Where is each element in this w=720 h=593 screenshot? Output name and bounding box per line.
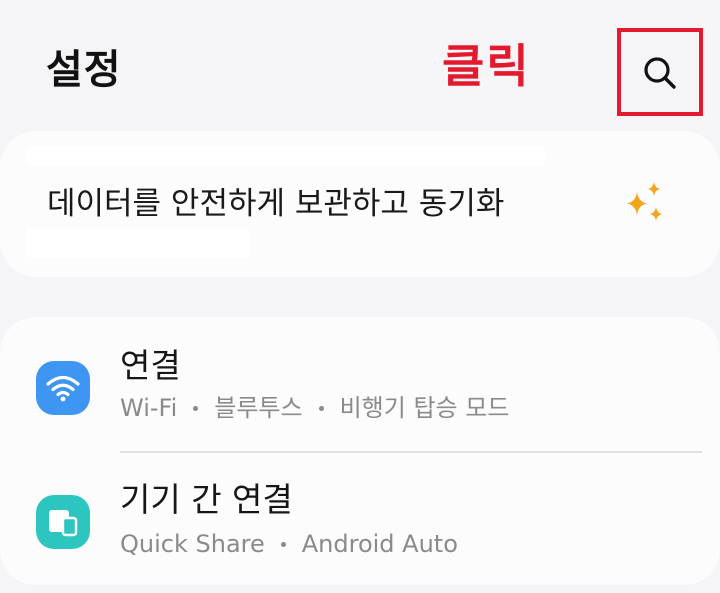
- menu-divider: [120, 451, 702, 453]
- separator-dot: [193, 405, 199, 411]
- blurred-region: [27, 146, 545, 166]
- separator-dot: [318, 405, 324, 411]
- click-annotation: 클릭: [442, 39, 531, 93]
- menu-item-title: 기기 간 연결: [120, 480, 293, 519]
- menu-item-device-connection[interactable]: 기기 간 연결 Quick Share Android Auto: [0, 466, 720, 584]
- sync-card-text[interactable]: 데이터를 안전하게 보관하고 동기화: [47, 182, 504, 226]
- subtitle-wifi: Wi-Fi: [120, 394, 178, 422]
- page-title: 설정: [46, 47, 122, 93]
- search-button[interactable]: [631, 44, 689, 102]
- search-icon: [644, 57, 676, 89]
- menu-item-title: 연결: [120, 346, 181, 385]
- subtitle-quick-share: Quick Share: [120, 530, 265, 558]
- device-connection-icon: [36, 495, 90, 549]
- sparkle-icon: [627, 182, 662, 221]
- subtitle-airplane-mode: 비행기 탑승 모드: [339, 394, 510, 422]
- separator-dot: [280, 541, 286, 547]
- subtitle-bluetooth: 블루투스: [214, 394, 303, 422]
- wifi-icon: [36, 361, 90, 415]
- menu-item-connections[interactable]: 연결 Wi-Fi 블루투스 비행기 탑승 모드: [0, 330, 720, 448]
- menu-item-subtitle: Wi-Fi 블루투스 비행기 탑승 모드: [120, 391, 509, 425]
- menu-item-subtitle: Quick Share Android Auto: [120, 527, 458, 561]
- subtitle-android-auto: Android Auto: [301, 530, 458, 558]
- blurred-region: [27, 228, 249, 258]
